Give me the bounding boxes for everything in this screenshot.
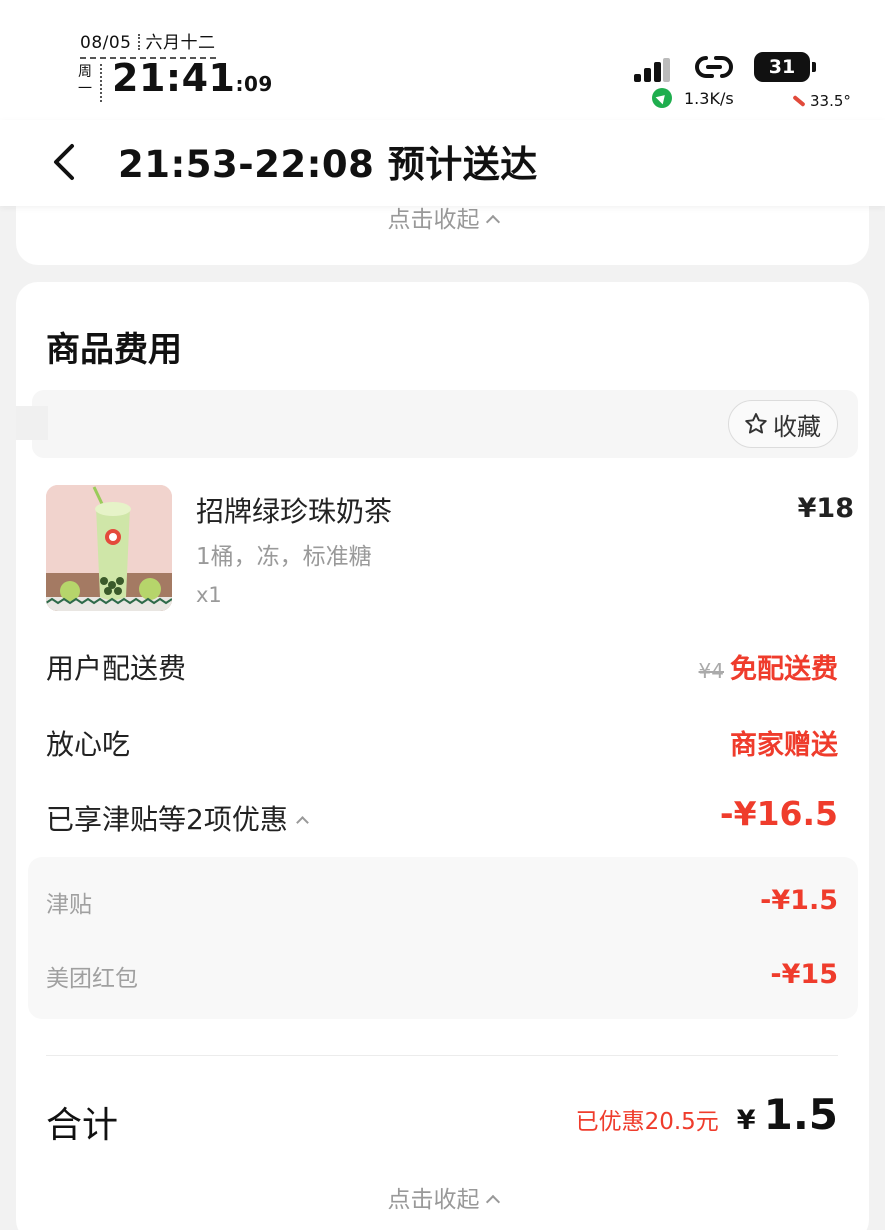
status-bar: 08/05 六月十二 周一 21:41:09 31 1.3K/s 33.5° <box>0 0 885 120</box>
delivery-fee-row: 用户配送费 ¥4 免配送费 <box>46 647 838 691</box>
discount-item-label: 美团红包 <box>46 966 138 992</box>
total-label: 合计 <box>46 1105 119 1146</box>
product-item[interactable]: 招牌绿珍珠奶茶 1桶，冻，标准糖 x1 ¥18 <box>46 485 854 615</box>
section-title: 商品费用 <box>46 330 182 370</box>
discount-item: 津贴 -¥1.5 <box>46 885 838 925</box>
favorite-label: 收藏 <box>773 412 821 441</box>
thermometer-icon <box>792 94 806 108</box>
status-time: 21:41 <box>112 56 236 100</box>
product-spec: 1桶，冻，标准糖 <box>196 544 372 570</box>
status-weekday: 周一 <box>78 64 102 102</box>
page-title: 21:53-22:08 预计送达 <box>118 143 538 186</box>
temperature: 33.5° <box>792 92 851 110</box>
fee-card: 商品费用 收藏 招牌绿珍珠奶茶 1桶，冻，标准糖 x1 ¥18 用户配送费 ¥4… <box>16 282 869 1230</box>
hotspot-link-icon <box>695 56 733 78</box>
product-image <box>46 485 172 611</box>
discount-item-value: -¥15 <box>770 959 838 990</box>
divider <box>46 1055 838 1056</box>
page-header: 21:53-22:08 预计送达 <box>0 120 885 206</box>
chevron-up-icon <box>485 1194 500 1210</box>
status-lunar-date: 六月十二 <box>145 33 216 53</box>
collapse-fee-button[interactable]: 点击收起 <box>16 1180 869 1214</box>
total-amount: 1.5 <box>763 1090 838 1139</box>
delivery-fee-label: 用户配送费 <box>46 652 187 685</box>
collapse-fee-label: 点击收起 <box>387 1187 480 1213</box>
status-clock: 21:41:09 <box>112 56 273 100</box>
delivery-fee-free: 免配送费 <box>730 654 838 685</box>
total-saved: 已优惠20.5元 <box>575 1109 719 1135</box>
store-bar: 收藏 <box>16 390 858 458</box>
total-amount-group: 已优惠20.5元 ¥ 1.5 <box>576 1090 838 1139</box>
discount-summary-label: 已享津贴等2项优惠 <box>46 798 309 838</box>
chevron-up-icon <box>295 816 309 829</box>
discount-summary-row[interactable]: 已享津贴等2项优惠 -¥16.5 <box>46 794 838 842</box>
total-currency: ¥ <box>736 1105 756 1136</box>
total-row: 合计 已优惠20.5元 ¥ 1.5 <box>46 1090 838 1150</box>
discount-item-label: 津贴 <box>46 892 92 918</box>
delivery-fee-value: ¥4 免配送费 <box>699 647 838 686</box>
discount-detail-list: 津贴 -¥1.5 美团红包 -¥15 <box>28 857 858 1019</box>
discount-summary-value: -¥16.5 <box>719 794 838 833</box>
product-quantity: x1 <box>196 583 222 607</box>
discount-item: 美团红包 -¥15 <box>46 959 838 999</box>
product-name: 招牌绿珍珠奶茶 <box>196 495 393 528</box>
back-arrow-icon[interactable] <box>46 140 82 184</box>
star-icon <box>745 413 767 434</box>
safe-eat-label: 放心吃 <box>46 728 131 761</box>
collapse-label: 点击收起 <box>387 207 480 233</box>
chevron-up-icon <box>485 214 500 230</box>
signal-icon <box>634 58 670 82</box>
battery-icon: 31 <box>754 52 816 82</box>
status-date-text: 08/05 <box>80 33 132 53</box>
discount-item-value: -¥1.5 <box>760 885 838 916</box>
delivery-fee-original: ¥4 <box>698 659 724 683</box>
favorite-button[interactable]: 收藏 <box>728 400 838 448</box>
safe-eat-value: 商家赠送 <box>730 730 838 761</box>
net-speed: 1.3K/s <box>652 88 734 108</box>
net-speed-text: 1.3K/s <box>684 88 734 108</box>
status-seconds: :09 <box>235 72 273 96</box>
discount-summary-text: 已享津贴等2项优惠 <box>46 803 288 836</box>
product-price: ¥18 <box>797 493 854 524</box>
location-arrow-icon <box>652 88 672 108</box>
status-date: 08/05 六月十二 <box>80 28 216 59</box>
temperature-text: 33.5° <box>810 92 851 110</box>
safe-eat-row: 放心吃 商家赠送 <box>46 723 838 767</box>
